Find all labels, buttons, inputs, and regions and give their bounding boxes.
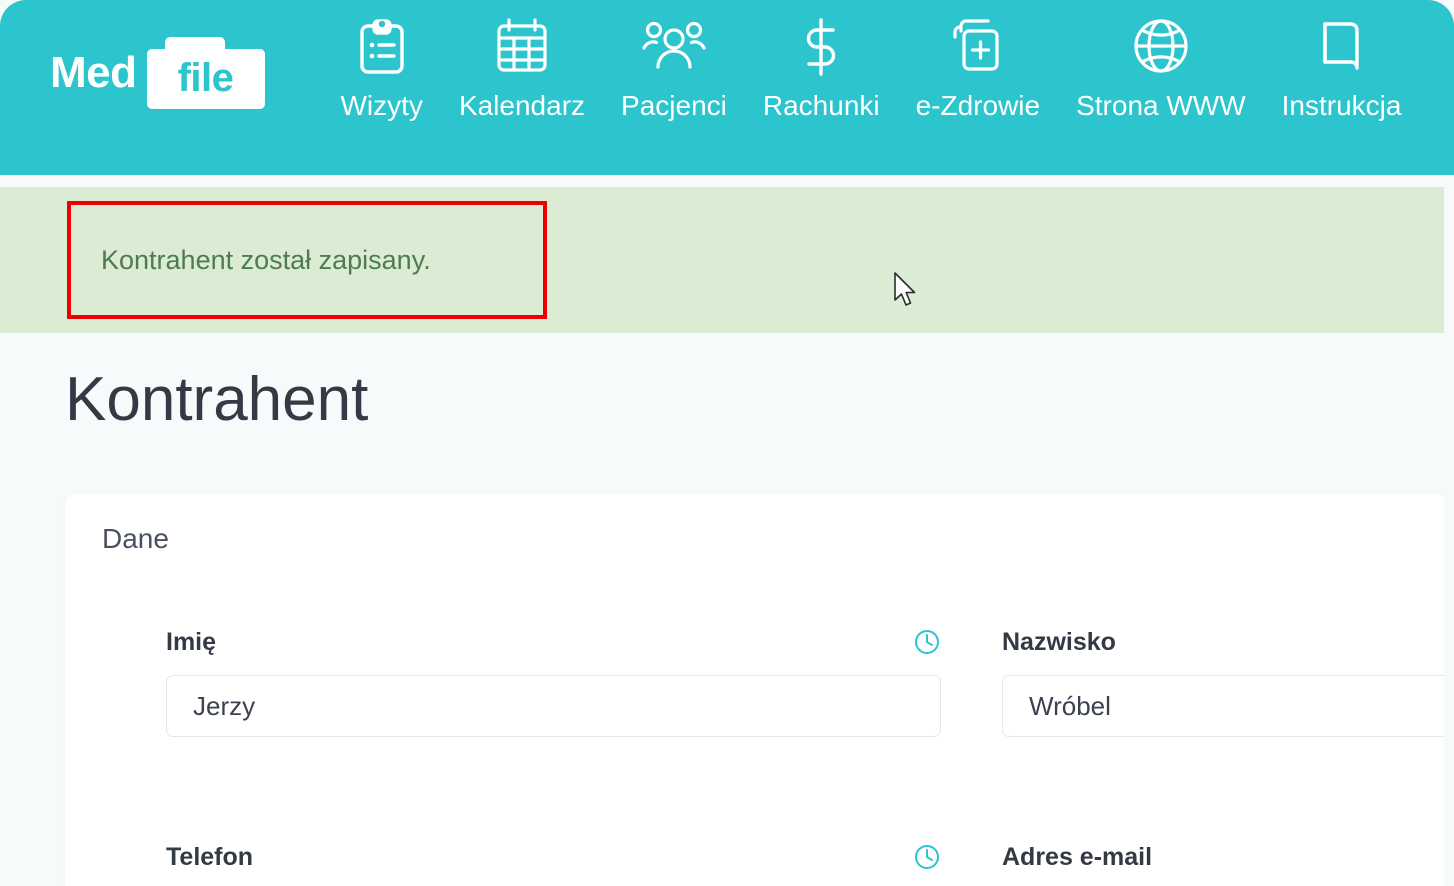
navigation-items: Wizyty Kalendarz Pacjenci Rachunki e-Zdr… bbox=[323, 0, 1454, 122]
nav-item-instrukcja[interactable]: Instrukcja bbox=[1264, 0, 1420, 122]
field-nazwisko: Nazwisko Wróbel bbox=[1002, 625, 1445, 737]
field-imie-label: Imię bbox=[166, 627, 217, 656]
medfile-logo[interactable]: Med file bbox=[50, 37, 265, 109]
section-title-dane: Dane bbox=[102, 523, 169, 554]
field-telefon-label: Telefon bbox=[166, 842, 254, 871]
field-nazwisko-label-row: Nazwisko bbox=[1002, 625, 1445, 659]
field-telefon-label-row: Telefon bbox=[166, 840, 941, 874]
nav-label-instrukcja: Instrukcja bbox=[1281, 90, 1402, 121]
success-alert: Kontrahent został zapisany. bbox=[0, 187, 1444, 333]
medical-file-plus-icon bbox=[949, 16, 1007, 78]
nav-label-wizyty: Wizyty bbox=[340, 90, 423, 121]
clipboard-list-icon bbox=[355, 16, 409, 78]
field-nazwisko-label: Nazwisko bbox=[1002, 627, 1116, 656]
nav-item-kalendarz[interactable]: Kalendarz bbox=[441, 0, 603, 122]
field-nazwisko-input[interactable]: Wróbel bbox=[1002, 675, 1445, 737]
nav-label-strona-www: Strona WWW bbox=[1076, 90, 1246, 121]
globe-icon bbox=[1131, 16, 1191, 78]
field-adres-email-label-row: Adres e-mail bbox=[1002, 840, 1445, 874]
app-screen: Med file Wizyty Kalendarz Pacjenci Rachu… bbox=[0, 0, 1454, 886]
nav-item-pacjenci[interactable]: Pacjenci bbox=[603, 0, 745, 122]
nav-label-e-zdrowie: e-Zdrowie bbox=[915, 90, 1041, 121]
page-title: Kontrahent bbox=[65, 365, 369, 434]
field-telefon: Telefon bbox=[166, 840, 941, 886]
field-adres-email-label: Adres e-mail bbox=[1002, 842, 1153, 871]
field-imie: Imię Jerzy bbox=[166, 625, 941, 737]
brand-folder-shape: file bbox=[146, 37, 265, 109]
field-imie-label-row: Imię bbox=[166, 625, 941, 659]
nav-label-rachunki: Rachunki bbox=[762, 90, 880, 121]
top-navigation-bar: Med file Wizyty Kalendarz Pacjenci Rachu… bbox=[0, 0, 1454, 175]
nav-item-rachunki[interactable]: Rachunki bbox=[745, 0, 898, 122]
users-group-icon bbox=[641, 16, 707, 78]
nav-label-pacjenci: Pacjenci bbox=[621, 90, 727, 121]
nav-label-kalendarz: Kalendarz bbox=[458, 90, 586, 121]
brand-file-text: file bbox=[177, 55, 234, 100]
book-icon bbox=[1317, 16, 1367, 78]
folder-body-shape: file bbox=[146, 49, 265, 109]
alert-message: Kontrahent został zapisany. bbox=[101, 244, 431, 275]
nav-item-e-zdrowie[interactable]: e-Zdrowie bbox=[898, 0, 1058, 122]
field-imie-input[interactable]: Jerzy bbox=[166, 675, 941, 737]
dollar-sign-icon bbox=[799, 16, 843, 78]
nav-item-wizyty[interactable]: Wizyty bbox=[323, 0, 441, 122]
calendar-icon bbox=[493, 16, 551, 78]
history-clock-icon[interactable] bbox=[913, 843, 941, 871]
nav-item-strona-www[interactable]: Strona WWW bbox=[1058, 0, 1264, 122]
field-adres-email: Adres e-mail bbox=[1002, 840, 1445, 886]
page-scrollbar[interactable] bbox=[1444, 175, 1454, 886]
history-clock-icon[interactable] bbox=[913, 628, 941, 656]
kontrahent-form-card: Dane Imię Jerzy Nazwisko Wróbel Telefon … bbox=[65, 494, 1445, 886]
brand-med-text: Med bbox=[50, 48, 137, 97]
